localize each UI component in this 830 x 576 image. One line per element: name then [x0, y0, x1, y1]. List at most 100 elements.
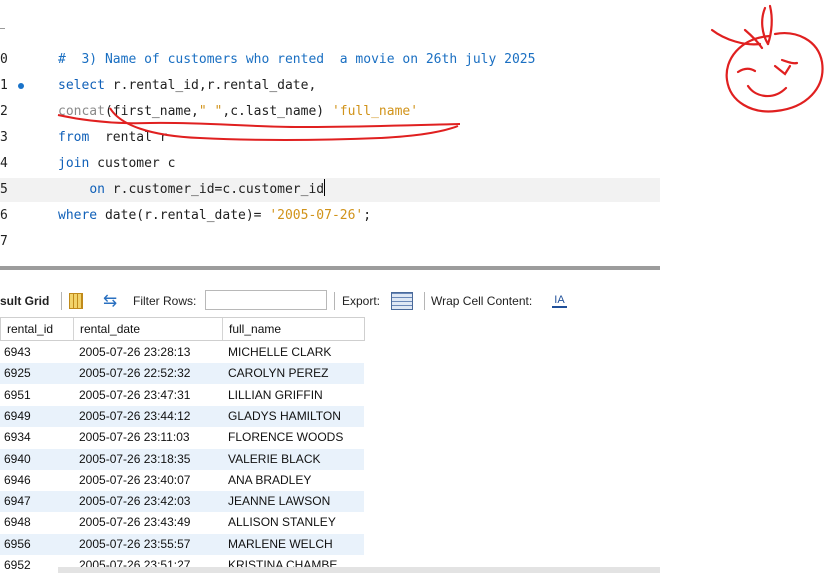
table-row[interactable]: 6943 2005-07-26 23:28:13 MICHELLE CLARK	[0, 342, 364, 363]
code-line[interactable]: 1 select r.rental_id,r.rental_date,	[0, 74, 660, 98]
sql-editor[interactable]: 0 # 3) Name of customers who rented a mov…	[0, 0, 660, 266]
grid-layout-icon[interactable]	[69, 293, 83, 309]
code-token: select	[58, 78, 105, 93]
code-token: # 3) Name of customers who rented a movi…	[58, 52, 536, 67]
table-cell[interactable]: 2005-07-26 23:42:03	[79, 491, 190, 512]
code-text: join customer c	[58, 152, 175, 176]
code-text: on r.customer_id=c.customer_id	[58, 178, 326, 202]
line-number: 7	[0, 234, 8, 249]
table-cell[interactable]: 6951	[4, 385, 31, 406]
table-cell[interactable]: 2005-07-26 23:55:57	[79, 534, 190, 555]
table-cell[interactable]: MARLENE WELCH	[228, 534, 333, 555]
code-token: join	[58, 156, 90, 171]
table-cell[interactable]: 6934	[4, 427, 31, 448]
editor-top-mark	[0, 28, 5, 29]
table-row[interactable]: 6956 2005-07-26 23:55:57 MARLENE WELCH	[0, 533, 364, 555]
wrap-cell-content-label: Wrap Cell Content:	[431, 294, 533, 308]
table-cell[interactable]: 2005-07-26 23:47:31	[79, 385, 190, 406]
table-cell[interactable]: 6948	[4, 512, 31, 533]
table-cell[interactable]: 6946	[4, 470, 31, 491]
code-token: where	[58, 208, 98, 223]
table-cell[interactable]: GLADYS HAMILTON	[228, 406, 341, 427]
table-cell[interactable]: FLORENCE WOODS	[228, 427, 343, 448]
line-number: 2	[0, 104, 8, 119]
code-line[interactable]: 0 # 3) Name of customers who rented a mov…	[0, 48, 660, 72]
toolbar-divider	[61, 292, 62, 310]
code-token: ,c.last_name)	[222, 104, 332, 119]
table-cell[interactable]: 6949	[4, 406, 31, 427]
code-text: # 3) Name of customers who rented a movi…	[58, 48, 535, 72]
smiley-doodle-icon	[710, 4, 824, 113]
table-row[interactable]: 6951 2005-07-26 23:47:31 LILLIAN GRIFFIN	[0, 385, 364, 406]
code-token: r.rental_id,r.rental_date,	[104, 78, 317, 93]
code-token: ;	[363, 208, 372, 223]
table-cell[interactable]: 2005-07-26 23:44:12	[79, 406, 190, 427]
horizontal-scrollbar[interactable]	[58, 567, 660, 573]
code-text: select r.rental_id,r.rental_date,	[58, 74, 316, 98]
table-cell[interactable]: 6940	[4, 449, 31, 470]
code-token: '2005-07-26'	[269, 208, 364, 223]
table-cell[interactable]: JEANNE LAWSON	[228, 491, 330, 512]
table-cell[interactable]: 6947	[4, 491, 31, 512]
line-number: 0	[0, 52, 8, 67]
table-cell[interactable]: ALLISON STANLEY	[228, 512, 336, 533]
table-cell[interactable]: 2005-07-26 23:40:07	[79, 470, 190, 491]
line-number: 3	[0, 130, 8, 145]
result-toolbar: sult Grid ⇆ Filter Rows: Export: Wrap Ce…	[0, 287, 660, 315]
code-token: on	[89, 182, 105, 197]
text-caret	[324, 179, 326, 196]
toolbar-divider	[424, 292, 425, 310]
table-row[interactable]: 6947 2005-07-26 23:42:03 JEANNE LAWSON	[0, 491, 364, 513]
table-cell[interactable]: 2005-07-26 23:18:35	[79, 449, 190, 470]
toolbar-divider	[334, 292, 335, 310]
table-row[interactable]: 6925 2005-07-26 22:52:32 CAROLYN PEREZ	[0, 363, 364, 385]
panel-splitter[interactable]	[0, 266, 660, 270]
table-cell[interactable]: VALERIE BLACK	[228, 449, 320, 470]
code-line[interactable]: 4 join customer c	[0, 152, 660, 176]
table-row[interactable]: 6949 2005-07-26 23:44:12 GLADYS HAMILTON	[0, 405, 364, 427]
table-cell[interactable]: ANA BRADLEY	[228, 470, 311, 491]
table-row[interactable]: 6940 2005-07-26 23:18:35 VALERIE BLACK	[0, 448, 364, 470]
filter-rows-input[interactable]	[205, 290, 327, 310]
code-token: customer c	[89, 156, 176, 171]
column-header-rental-date[interactable]: rental_date	[74, 318, 223, 340]
table-cell[interactable]: MICHELLE CLARK	[228, 342, 331, 363]
table-cell[interactable]: 2005-07-26 23:43:49	[79, 512, 190, 533]
code-token: " "	[198, 104, 223, 119]
line-number: 6	[0, 208, 8, 223]
code-line[interactable]: 6 where date(r.rental_date)= '2005-07-26'…	[0, 204, 660, 228]
code-line[interactable]: 2 concat(first_name," ",c.last_name) 'ful…	[0, 100, 660, 124]
refresh-icon[interactable]: ⇆	[103, 292, 117, 310]
code-token: (first_name,	[104, 104, 199, 119]
table-cell[interactable]: 2005-07-26 22:52:32	[79, 363, 190, 384]
column-header-full-name[interactable]: full_name	[223, 318, 364, 340]
line-number: 5	[0, 182, 8, 197]
code-line[interactable]: 7	[0, 230, 660, 254]
table-cell[interactable]: 2005-07-26 23:28:13	[79, 342, 190, 363]
statement-marker-icon[interactable]	[18, 83, 24, 89]
code-token: rental r	[89, 130, 168, 145]
code-token: from	[58, 130, 90, 145]
filter-rows-label: Filter Rows:	[133, 294, 197, 308]
table-cell[interactable]: 6943	[4, 342, 31, 363]
code-text: concat(first_name," ",c.last_name) 'full…	[58, 100, 418, 124]
table-row[interactable]: 6934 2005-07-26 23:11:03 FLORENCE WOODS	[0, 427, 364, 448]
column-header-rental-id[interactable]: rental_id	[1, 318, 74, 340]
table-cell[interactable]: 6925	[4, 363, 31, 384]
code-token: r.customer_id=c.customer_id	[104, 182, 325, 197]
table-cell[interactable]: 6956	[4, 534, 31, 555]
table-row[interactable]: 6948 2005-07-26 23:43:49 ALLISON STANLEY	[0, 512, 364, 533]
code-line[interactable]: 3 from rental r	[0, 126, 660, 150]
table-cell[interactable]: CAROLYN PEREZ	[228, 363, 328, 384]
export-icon[interactable]	[391, 292, 413, 310]
code-token: concat	[58, 104, 105, 119]
table-row[interactable]: 6946 2005-07-26 23:40:07 ANA BRADLEY	[0, 470, 364, 491]
table-cell[interactable]: LILLIAN GRIFFIN	[228, 385, 323, 406]
code-line[interactable]: 5 on r.customer_id=c.customer_id	[0, 178, 660, 202]
code-text: from rental r	[58, 126, 168, 150]
wrap-cell-icon[interactable]: IA	[552, 293, 567, 308]
grid-header: rental_id rental_date full_name	[0, 317, 365, 341]
result-grid-tab[interactable]: sult Grid	[0, 294, 49, 308]
table-cell[interactable]: 2005-07-26 23:11:03	[79, 427, 190, 448]
